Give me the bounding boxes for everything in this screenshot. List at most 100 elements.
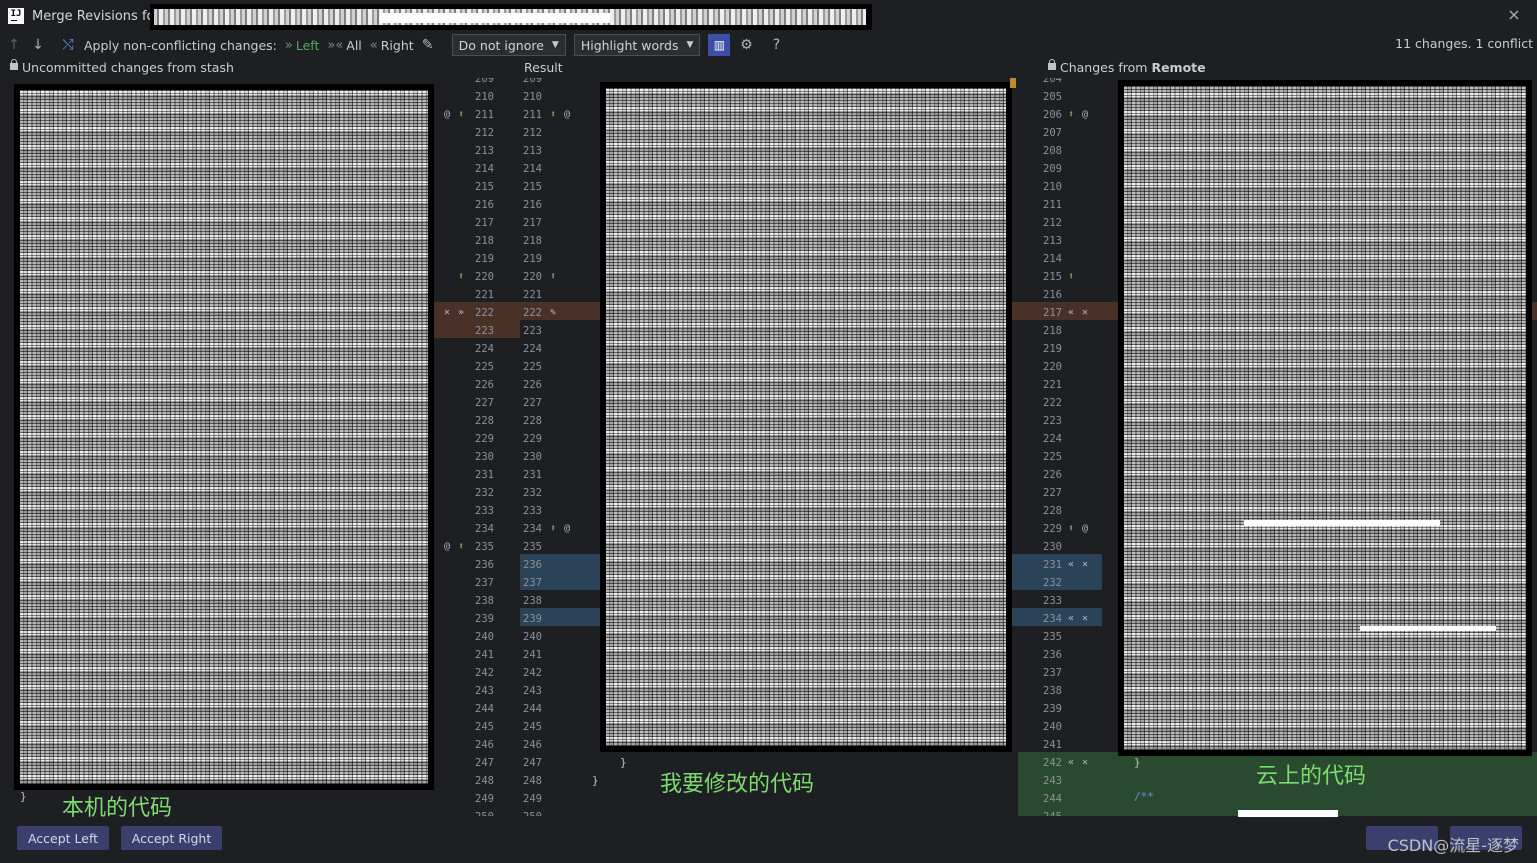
line-number: 240 xyxy=(1043,721,1062,733)
implements-marker-icon[interactable]: ⬆ xyxy=(550,106,556,124)
line-number: 206 xyxy=(1043,109,1062,121)
line-number: 219 xyxy=(1043,343,1062,355)
line-number: 241 xyxy=(523,649,542,661)
right-line-gutter: 204 205 206 207 208 209 210 211 212 213 214 215 216 2… xyxy=(1018,78,1102,816)
line-number: 225 xyxy=(523,361,542,373)
line-number: 243 xyxy=(1043,775,1062,787)
close-icon[interactable]: × xyxy=(1505,6,1523,24)
watermark: CSDN@流星-逐梦 xyxy=(1387,836,1519,855)
line-number: 236 xyxy=(1043,649,1062,661)
line-number: 223 xyxy=(475,325,494,337)
line-number: 209 xyxy=(523,78,542,85)
implements-marker-icon[interactable]: ⬆ xyxy=(550,520,556,538)
line-number: 226 xyxy=(523,379,542,391)
toolbar: ↑ ↓ ⤭ Apply non-conflicting changes: » L… xyxy=(0,33,1537,57)
line-number: 225 xyxy=(475,361,494,373)
implements-marker-icon[interactable]: ⬆ xyxy=(458,538,464,556)
redacted-path xyxy=(150,4,872,30)
apply-all-button[interactable]: »« All xyxy=(327,38,361,53)
bottom-bar xyxy=(0,817,1537,863)
line-number: 246 xyxy=(475,739,494,751)
magic-resolve-icon[interactable]: ✎ xyxy=(550,304,556,322)
magic-resolve-icon[interactable]: ✎ xyxy=(418,35,438,55)
implements-marker-icon[interactable]: ⬆ xyxy=(550,268,556,286)
line-number: 226 xyxy=(1043,469,1062,481)
override-marker-icon[interactable]: @ xyxy=(1082,520,1088,538)
override-marker-icon[interactable]: @ xyxy=(564,106,570,124)
implements-marker-icon[interactable]: ⬆ xyxy=(1068,520,1074,538)
ignore-change-icon[interactable]: ✕ xyxy=(1082,610,1088,628)
line-number: 208 xyxy=(1043,145,1062,157)
apply-right-button[interactable]: « Right xyxy=(370,38,414,53)
apply-change-icon[interactable]: « xyxy=(1068,754,1074,772)
ignore-change-icon[interactable]: ✕ xyxy=(1082,754,1088,772)
window-title: Merge Revisions for xyxy=(32,8,160,24)
previous-diff-icon[interactable]: ↑ xyxy=(4,35,24,55)
line-number: 249 xyxy=(523,793,542,805)
sync-scroll-toggle[interactable]: ▥ xyxy=(708,34,731,56)
line-number: 210 xyxy=(1043,181,1062,193)
line-number: 207 xyxy=(1043,127,1062,139)
override-marker-icon[interactable]: @ xyxy=(444,538,450,556)
help-icon[interactable]: ? xyxy=(766,35,786,55)
line-number: 243 xyxy=(475,685,494,697)
result-pane-header: Result xyxy=(524,59,563,75)
line-number: 249 xyxy=(475,793,494,805)
next-diff-icon[interactable]: ↓ xyxy=(28,35,48,55)
line-number: 232 xyxy=(1043,577,1062,589)
line-number: 244 xyxy=(475,703,494,715)
line-number: 233 xyxy=(523,505,542,517)
apply-change-icon[interactable]: « xyxy=(1068,610,1074,628)
accept-right-button[interactable]: Accept Right xyxy=(121,826,222,850)
line-number: 227 xyxy=(1043,487,1062,499)
auto-resolve-icon[interactable]: ⤭ xyxy=(58,35,78,55)
line-number: 227 xyxy=(523,397,542,409)
double-chevron-left-icon: « xyxy=(369,37,378,53)
annotation-result: 我要修改的代码 xyxy=(660,772,815,797)
line-number: 222 xyxy=(475,307,494,319)
line-number: 235 xyxy=(1043,631,1062,643)
ignore-whitespace-select[interactable]: Do not ignore ▼ xyxy=(451,34,566,56)
ignore-change-icon[interactable]: ✕ xyxy=(1082,556,1088,574)
line-number: 230 xyxy=(475,451,494,463)
highlight-mode-select[interactable]: Highlight words ▼ xyxy=(573,34,701,56)
line-number: 214 xyxy=(1043,253,1062,265)
line-number: 246 xyxy=(523,739,542,751)
accept-left-button[interactable]: Accept Left xyxy=(17,826,109,850)
apply-change-icon[interactable]: » xyxy=(458,304,464,322)
implements-marker-icon[interactable]: ⬆ xyxy=(458,268,464,286)
line-number: 221 xyxy=(523,289,542,301)
apply-change-icon[interactable]: « xyxy=(1068,304,1074,322)
line-number: 229 xyxy=(475,433,494,445)
line-number: 222 xyxy=(523,307,542,319)
apply-change-icon[interactable]: « xyxy=(1068,556,1074,574)
implements-marker-icon[interactable]: ⬆ xyxy=(1068,268,1074,286)
redaction-bar xyxy=(1360,626,1496,631)
ignore-change-icon[interactable]: ✕ xyxy=(1082,304,1088,322)
line-number: 211 xyxy=(523,109,542,121)
left-line-gutter: 209 210 211 212 213 214 215 216 217 218 219 220 221 2… xyxy=(438,78,520,816)
line-number: 240 xyxy=(475,631,494,643)
line-number: 232 xyxy=(475,487,494,499)
line-number: 238 xyxy=(523,595,542,607)
line-number: 218 xyxy=(523,235,542,247)
line-number: 212 xyxy=(523,127,542,139)
override-marker-icon[interactable]: @ xyxy=(564,520,570,538)
implements-marker-icon[interactable]: ⬆ xyxy=(458,106,464,124)
line-number: 212 xyxy=(475,127,494,139)
implements-marker-icon[interactable]: ⬆ xyxy=(1068,106,1074,124)
line-number: 237 xyxy=(475,577,494,589)
line-number: 211 xyxy=(475,109,494,121)
apply-left-button[interactable]: » Left xyxy=(285,38,320,53)
blurred-code-right xyxy=(1118,80,1532,756)
ignore-change-icon[interactable]: ✕ xyxy=(444,304,450,322)
override-marker-icon[interactable]: @ xyxy=(444,106,450,124)
line-number: 230 xyxy=(1043,541,1062,553)
line-number: 212 xyxy=(1043,217,1062,229)
line-number: 242 xyxy=(1043,757,1062,769)
lock-icon xyxy=(1048,58,1056,72)
changes-status: 11 changes. 1 conflict xyxy=(1395,36,1533,51)
code-text: } xyxy=(592,774,599,787)
override-marker-icon[interactable]: @ xyxy=(1082,106,1088,124)
gear-icon[interactable]: ⚙ xyxy=(736,35,756,55)
